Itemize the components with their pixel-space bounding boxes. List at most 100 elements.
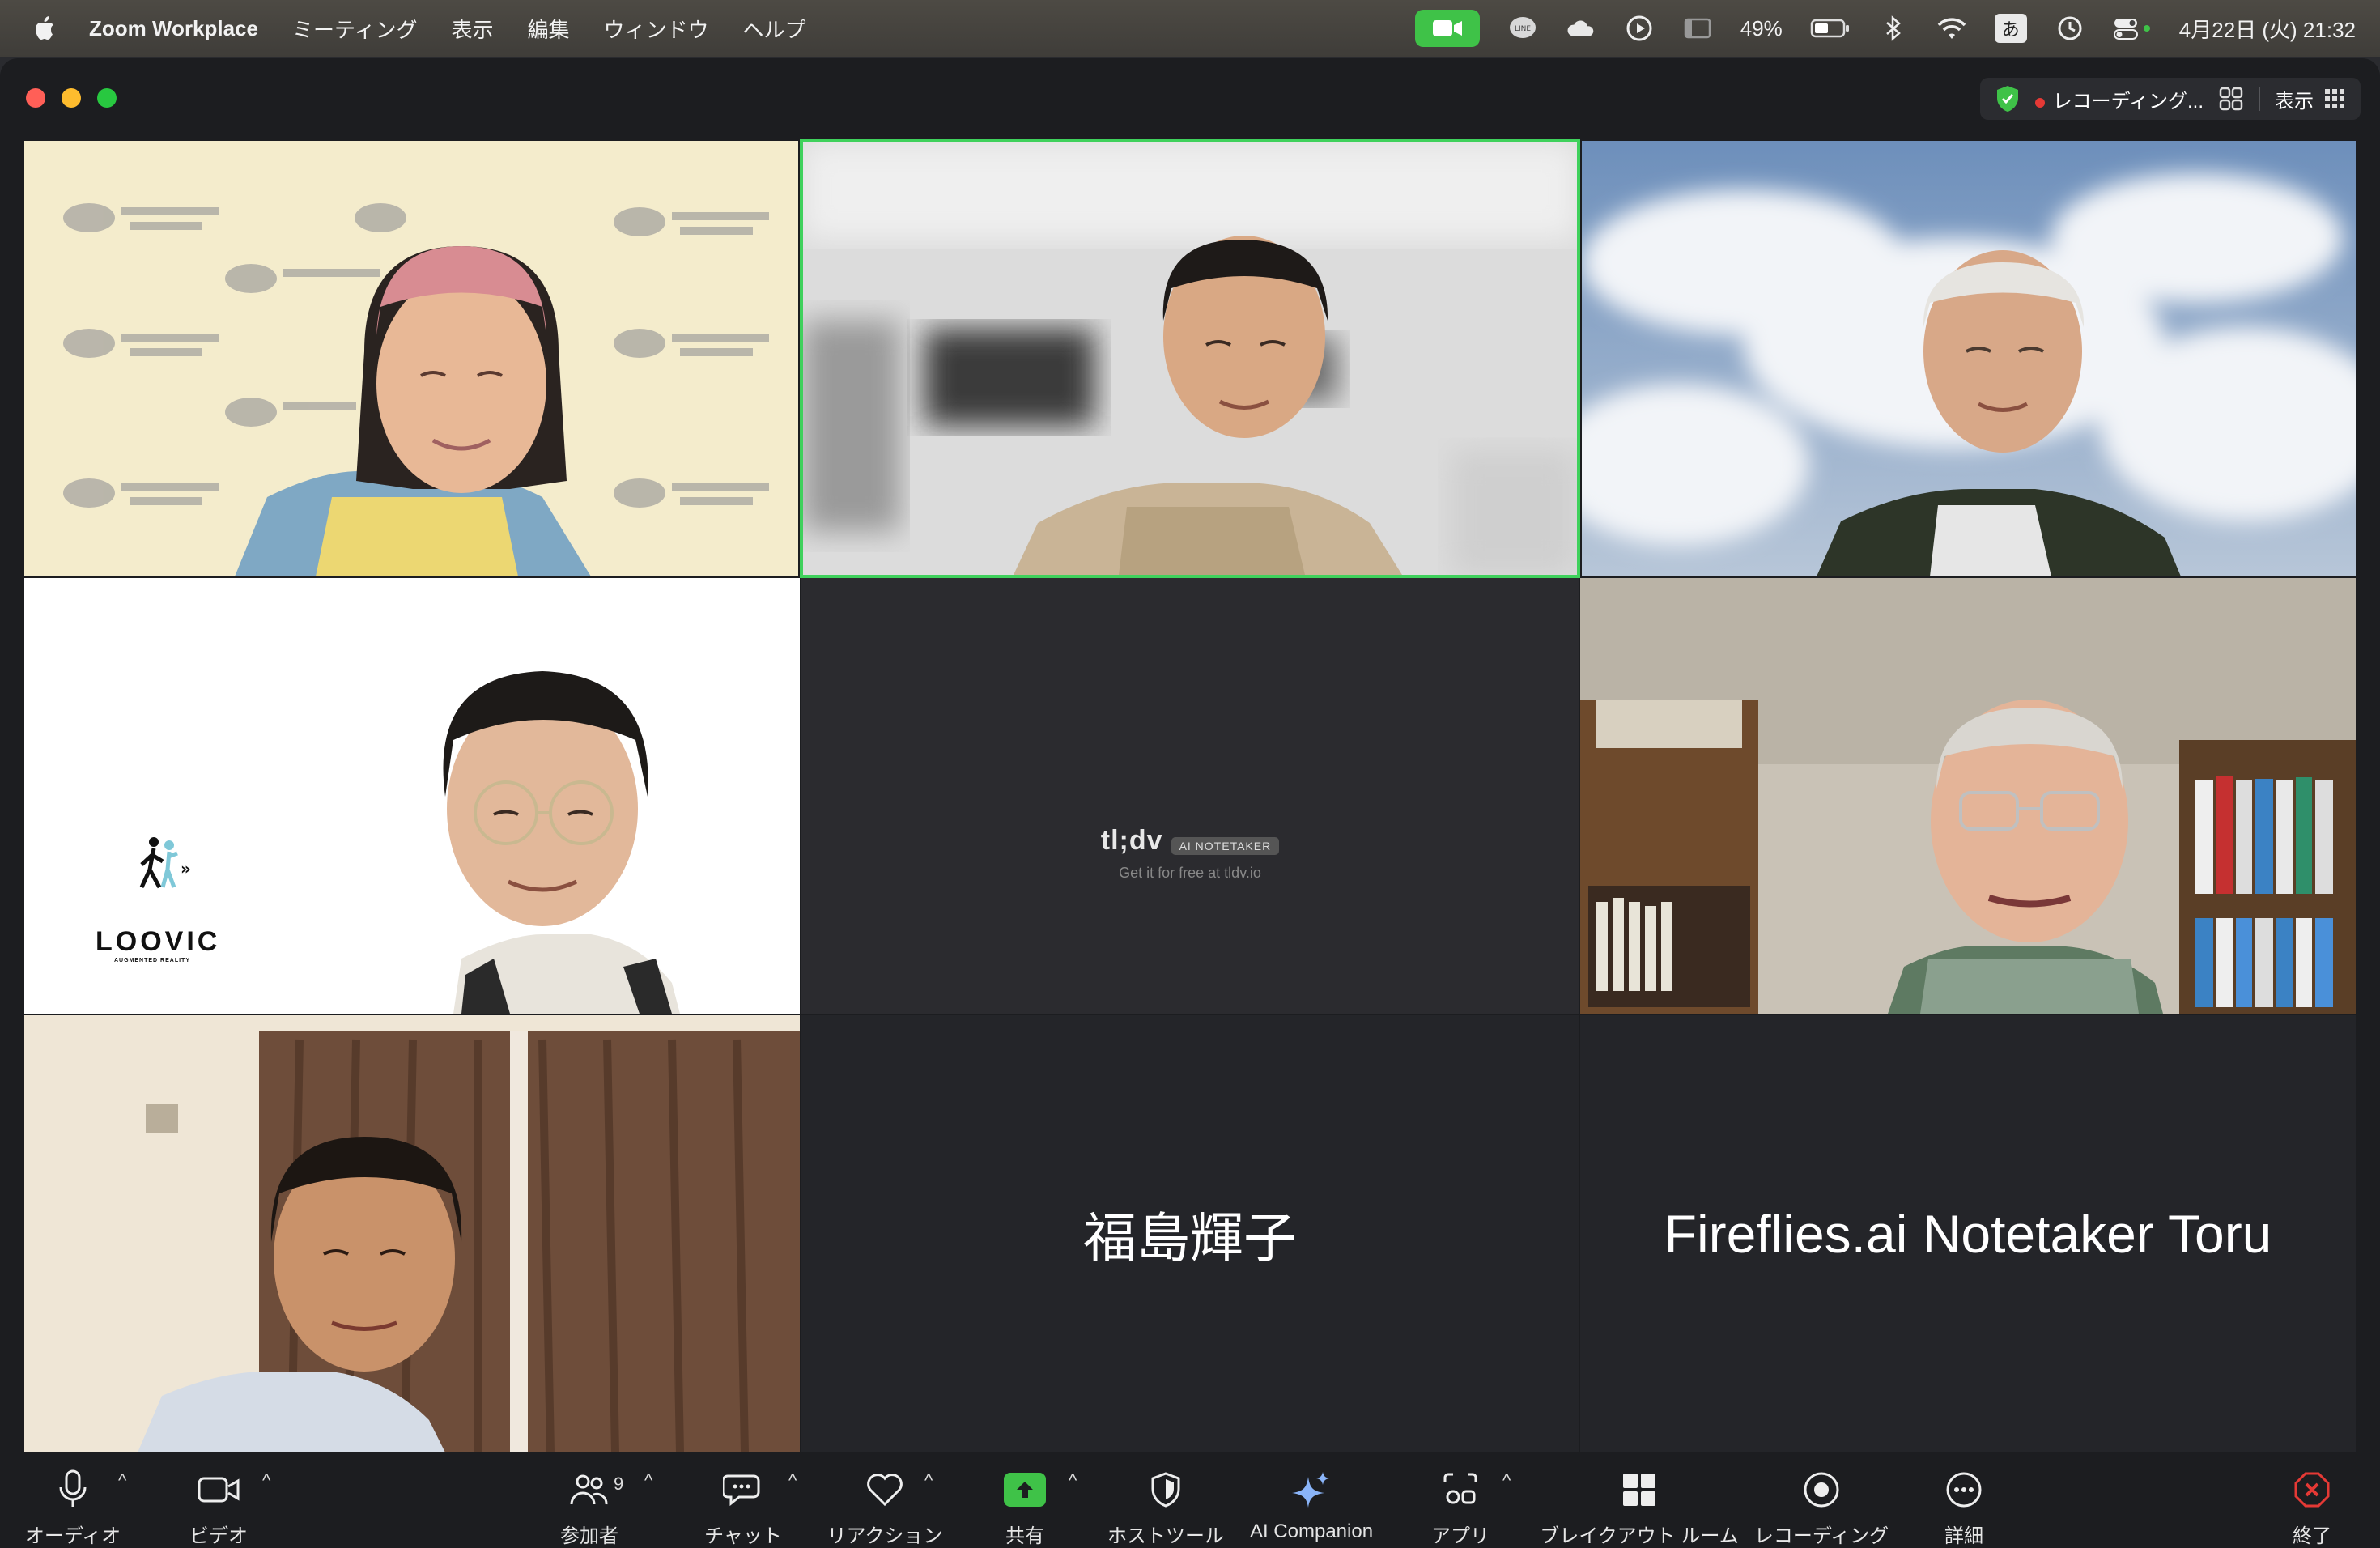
tldv-badge: AI NOTETAKER [1171,836,1280,855]
audio-options-caret-icon[interactable]: ^ [118,1470,126,1491]
ai-companion-label: AI Companion [1249,1520,1374,1542]
meeting-view-controls: レコーディング... 表示 [1979,78,2361,120]
record-icon [1802,1464,1841,1515]
menu-edit[interactable]: 編集 [527,14,569,44]
app-name-menu[interactable]: Zoom Workplace [89,16,258,41]
breakout-rooms-button[interactable]: ブレイクアウト ルーム [1538,1454,1740,1548]
chat-button[interactable]: チャット [695,1454,792,1548]
view-label: 表示 [2275,90,2314,113]
apple-icon[interactable] [29,12,62,45]
reactions-label: リアクション [827,1525,943,1547]
chat-options-caret-icon[interactable]: ^ [788,1470,797,1491]
host-tools-shield-icon [1150,1464,1182,1515]
participant-video-tile-1[interactable] [24,141,798,576]
battery-percentage: 49% [1740,15,1783,40]
menu-bar: Zoom Workplace ミーティング 表示 編集 ウィンドウ ヘルプ LI… [0,0,2380,57]
host-tools-button[interactable]: ホストツール [1107,1454,1224,1548]
breakout-rooms-icon [1621,1464,1658,1515]
participant-name-tile-9[interactable]: Fireflies.ai Notetaker Toru [1580,1015,2356,1452]
video-label: ビデオ [189,1525,248,1547]
zoom-video-status-icon[interactable] [1414,10,1480,47]
wifi-icon[interactable] [1936,13,1967,44]
participant-video-feed [1580,578,2356,1014]
svg-text:LINE: LINE [1515,25,1531,33]
window-minimize-button[interactable] [62,88,81,108]
video-button[interactable]: ビデオ [170,1454,267,1548]
menu-meeting[interactable]: ミーティング [292,14,417,44]
ai-sparkle-icon [1290,1464,1332,1516]
control-center-icon[interactable] [2113,13,2152,44]
participant-video-tile-4[interactable]: » LOOVIC AUGMENTED REALITY [24,578,800,1014]
participant-name: 福島輝子 [1083,1208,1297,1268]
participant-video-feed [24,1015,800,1452]
video-camera-icon [197,1464,240,1515]
clock-datetime[interactable]: 4月22日 (火) 21:32 [2179,14,2356,44]
bluetooth-icon[interactable] [1878,13,1909,44]
apps-label: アプリ [1431,1525,1490,1547]
end-x-icon [2293,1464,2331,1515]
recording-button[interactable]: レコーディング [1753,1454,1889,1548]
window-close-button[interactable] [26,88,45,108]
participants-button[interactable]: 参加者 [541,1454,638,1548]
window-icon[interactable] [1682,13,1713,44]
participant-video-tile-6[interactable] [1580,578,2356,1014]
recording-dot-icon [2034,97,2045,108]
host-tools-label: ホストツール [1107,1525,1224,1547]
chat-label: チャット [704,1525,782,1547]
view-button[interactable]: 表示 [2275,85,2346,113]
participants-count: 9 [614,1474,624,1494]
gallery-view-icon[interactable] [2218,86,2244,112]
audio-label: オーディオ [24,1525,121,1547]
play-circle-icon[interactable] [1624,13,1655,44]
menu-window[interactable]: ウィンドウ [604,14,709,44]
ai-companion-button[interactable]: AI Companion [1239,1454,1384,1548]
divider [2259,87,2260,111]
input-method-icon[interactable]: あ [1994,14,2027,43]
window-titlebar: レコーディング... 表示 [0,58,2380,139]
reactions-options-caret-icon[interactable]: ^ [924,1470,933,1491]
tldv-logo: tl;dv [1100,825,1163,856]
tldv-subtitle: Get it for free at tldv.io [1119,865,1261,881]
participant-video-feed [1582,141,2356,576]
apps-icon [1442,1464,1479,1515]
participant-name-tile-8[interactable]: 福島輝子 [801,1015,1579,1452]
share-options-caret-icon[interactable]: ^ [1069,1470,1077,1491]
share-button[interactable]: 共有 [976,1454,1073,1548]
zoom-meeting-window: レコーディング... 表示 » LOOVIC AUGMENTED REALITY… [0,58,2380,1548]
apps-button[interactable]: アプリ [1412,1454,1509,1548]
end-label: 終了 [2293,1525,2331,1547]
cloud-icon[interactable] [1566,13,1596,44]
battery-icon[interactable] [1810,13,1851,44]
line-app-icon[interactable]: LINE [1507,13,1538,44]
more-dots-icon [1944,1464,1983,1515]
loovic-logo-text: LOOVIC [96,926,221,957]
window-zoom-button[interactable] [97,88,117,108]
participants-label: 参加者 [560,1525,618,1547]
reactions-button[interactable]: リアクション [824,1454,946,1548]
recording-label: レコーディング [1753,1525,1889,1547]
share-screen-icon [1004,1464,1046,1515]
menu-view[interactable]: 表示 [451,14,493,44]
time-machine-icon[interactable] [2055,13,2085,44]
recording-indicator[interactable]: レコーディング... [2034,85,2204,113]
microphone-icon [57,1464,89,1515]
meeting-toolbar: オーディオ ^ ビデオ ^ 参加者 9 ^ チャット ^ リアクション ^ 共有… [0,1454,2380,1548]
svg-text:»: » [181,859,191,878]
participants-options-caret-icon[interactable]: ^ [644,1470,652,1491]
apps-options-caret-icon[interactable]: ^ [1502,1470,1511,1491]
participants-icon [569,1464,610,1515]
participant-video-tile-5-tldv[interactable]: tl;dv AI NOTETAKER Get it for free at tld… [801,578,1579,1014]
heart-icon [864,1464,906,1515]
more-button[interactable]: 詳細 [1915,1454,2012,1548]
security-shield-icon[interactable] [1995,84,2021,113]
participant-video-tile-7[interactable] [24,1015,800,1452]
end-meeting-button[interactable]: 終了 [2263,1454,2361,1548]
video-options-caret-icon[interactable]: ^ [262,1470,270,1491]
audio-button[interactable]: オーディオ [24,1454,121,1548]
share-label: 共有 [1005,1525,1044,1547]
grid-view-icon [2325,89,2344,108]
participant-video-tile-3[interactable] [1582,141,2356,576]
menu-help[interactable]: ヘルプ [743,14,806,44]
participant-video-feed [24,141,798,576]
participant-video-tile-2-active-speaker[interactable] [800,139,1580,578]
